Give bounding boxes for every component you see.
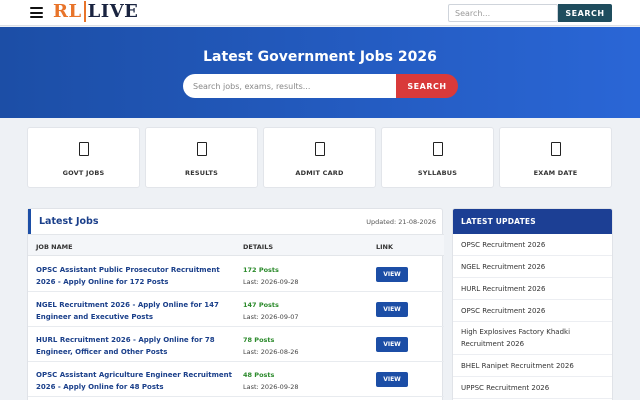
latest-jobs-header: Latest Jobs Updated: 21-08-2026 — [28, 209, 444, 234]
jobs-table-header: JOB NAME DETAILS LINK — [28, 234, 444, 256]
column-header-job-name: JOB NAME — [36, 243, 73, 251]
table-row: NGEL Recruitment 2026 - Apply Online for… — [28, 292, 444, 327]
update-link[interactable]: HURL Recruitment 2026 — [461, 283, 609, 295]
last-date: Last: 2026-09-07 — [243, 313, 299, 321]
category-label: EXAM DATE — [533, 169, 578, 177]
category-label: SYLLABUS — [417, 169, 458, 177]
list-item[interactable]: NGEL Recruitment 2026 — [453, 256, 612, 278]
latest-jobs-panel: Latest Jobs Updated: 21-08-2026 JOB NAME… — [27, 208, 444, 400]
list-item[interactable]: HURL Recruitment 2026 — [453, 278, 612, 300]
category-results[interactable]: RESULTS — [145, 127, 258, 188]
header-search-input[interactable] — [448, 4, 558, 22]
list-item[interactable]: High Explosives Factory Khadki Recruitme… — [453, 322, 612, 355]
posts-count: 48 Posts — [243, 371, 275, 379]
document-icon — [432, 142, 443, 156]
latest-updates-title: LATEST UPDATES — [461, 217, 536, 226]
category-label: RESULTS — [185, 169, 218, 177]
category-syllabus[interactable]: SYLLABUS — [381, 127, 494, 188]
latest-updates-panel: LATEST UPDATES OPSC Recruitment 2026 NGE… — [452, 208, 613, 400]
job-title-link[interactable]: HURL Recruitment 2026 - Apply Online for… — [36, 334, 232, 358]
hero-search-input[interactable] — [183, 74, 396, 98]
latest-updates-header: LATEST UPDATES — [453, 209, 612, 234]
header-search-button[interactable]: SEARCH — [558, 4, 612, 22]
last-date: Last: 2026-08-26 — [243, 348, 299, 356]
document-icon — [196, 142, 207, 156]
top-navbar: RL LIVE SEARCH — [0, 0, 640, 26]
column-header-link: LINK — [376, 243, 394, 251]
table-row: OPSC Assistant Agriculture Engineer Recr… — [28, 362, 444, 397]
list-item[interactable]: UPPSC Recruitment 2026 — [453, 377, 612, 399]
site-logo[interactable]: RL LIVE — [53, 1, 139, 23]
last-date: Last: 2026-09-28 — [243, 383, 299, 391]
category-govt-jobs[interactable]: GOVT JOBS — [27, 127, 140, 188]
hero-title: Latest Government Jobs 2026 — [203, 49, 437, 65]
list-item[interactable]: OPSC Recruitment 2026 — [453, 300, 612, 322]
logo-left-text: RL — [53, 1, 82, 22]
hero-banner: Latest Government Jobs 2026 SEARCH — [0, 27, 640, 118]
document-icon — [314, 142, 325, 156]
update-link[interactable]: UPPSC Recruitment 2026 — [461, 382, 609, 394]
document-icon — [550, 142, 561, 156]
latest-jobs-title: Latest Jobs — [39, 216, 99, 227]
table-row: OPSC Assistant Public Prosecutor Recruit… — [28, 257, 444, 292]
document-icon — [78, 142, 89, 156]
job-title-link[interactable]: NGEL Recruitment 2026 - Apply Online for… — [36, 299, 232, 323]
posts-count: 147 Posts — [243, 301, 279, 309]
last-date: Last: 2026-09-28 — [243, 278, 299, 286]
category-label: GOVT JOBS — [62, 169, 105, 177]
job-title-link[interactable]: OPSC Assistant Agriculture Engineer Recr… — [36, 369, 232, 393]
category-exam-date[interactable]: EXAM DATE — [499, 127, 612, 188]
update-link[interactable]: NGEL Recruitment 2026 — [461, 261, 609, 273]
update-link[interactable]: High Explosives Factory Khadki Recruitme… — [461, 326, 609, 350]
hero-search-button[interactable]: SEARCH — [396, 74, 458, 98]
logo-right-text: LIVE — [83, 1, 139, 22]
job-title-link[interactable]: OPSC Assistant Public Prosecutor Recruit… — [36, 264, 232, 288]
view-button[interactable]: VIEW — [376, 267, 408, 282]
list-item[interactable]: BHEL Ranipet Recruitment 2026 — [453, 355, 612, 377]
category-label: ADMIT CARD — [295, 169, 344, 177]
list-item[interactable]: OPSC Recruitment 2026 — [453, 234, 612, 256]
posts-count: 172 Posts — [243, 266, 279, 274]
table-row: HURL Recruitment 2026 - Apply Online for… — [28, 327, 444, 362]
column-header-details: DETAILS — [243, 243, 274, 251]
hamburger-menu-icon[interactable] — [30, 7, 43, 18]
view-button[interactable]: VIEW — [376, 302, 408, 317]
posts-count: 78 Posts — [243, 336, 275, 344]
view-button[interactable]: VIEW — [376, 337, 408, 352]
view-button[interactable]: VIEW — [376, 372, 408, 387]
update-link[interactable]: BHEL Ranipet Recruitment 2026 — [461, 360, 609, 372]
category-admit-card[interactable]: ADMIT CARD — [263, 127, 376, 188]
updated-date: Updated: 21-08-2026 — [366, 218, 436, 226]
update-link[interactable]: OPSC Recruitment 2026 — [461, 305, 609, 317]
update-link[interactable]: OPSC Recruitment 2026 — [461, 239, 609, 251]
